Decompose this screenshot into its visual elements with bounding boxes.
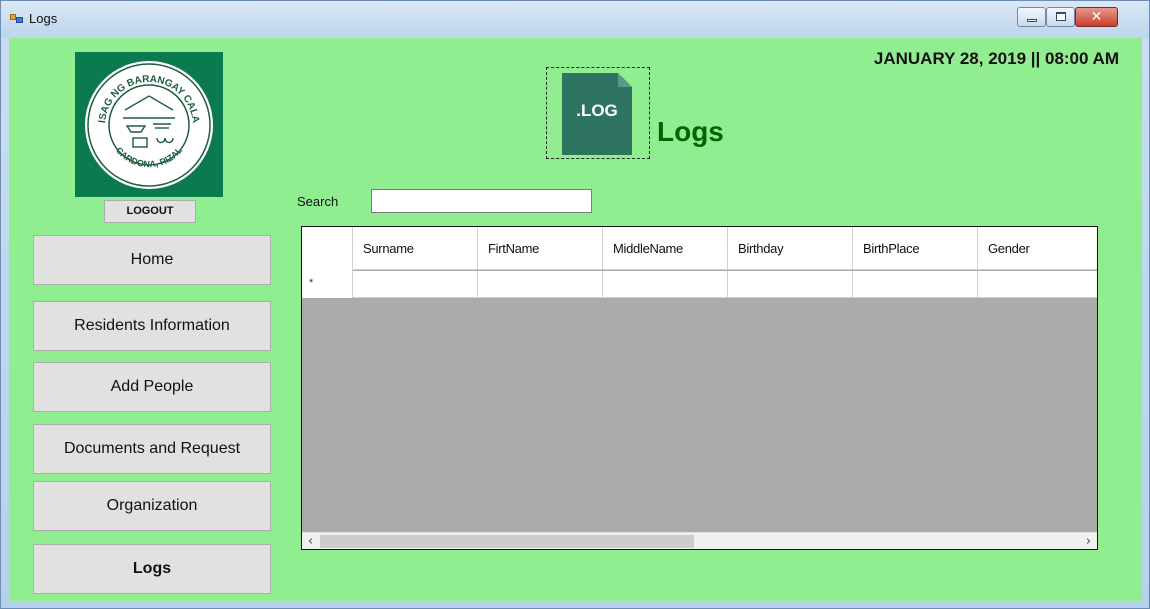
app-window: Logs ✕ SAGISAG NG BARANGAY CALAHAN CARDO… [0, 0, 1150, 609]
close-icon: ✕ [1090, 9, 1103, 25]
log-file-icon: .LOG [546, 67, 650, 159]
column-header-surname[interactable]: Surname [353, 227, 478, 270]
page-title: Logs [657, 116, 724, 147]
logs-data-grid[interactable]: Surname FirtName MiddleName Birthday Bir… [301, 226, 1098, 550]
date-time-display: JANUARY 28, 2019 || 08:00 AM [873, 49, 1119, 68]
sidebar-item-home[interactable]: Home [33, 235, 271, 285]
sidebar-item-logs[interactable]: Logs [33, 544, 271, 594]
table-cell[interactable] [978, 271, 1097, 298]
app-icon [10, 12, 24, 24]
log-icon-label: .LOG [576, 101, 618, 120]
column-header-middlename[interactable]: MiddleName [603, 227, 728, 270]
table-cell[interactable] [353, 271, 478, 298]
horizontal-scrollbar[interactable]: ‹ › [302, 532, 1097, 549]
scroll-left-icon[interactable]: ‹ [302, 533, 319, 550]
column-header-birthday[interactable]: Birthday [728, 227, 853, 270]
table-cell[interactable] [478, 271, 603, 298]
new-row-marker: * [309, 277, 314, 289]
grid-header-row: Surname FirtName MiddleName Birthday Bir… [302, 227, 1097, 270]
barangay-seal-logo: SAGISAG NG BARANGAY CALAHAN CARDONA, RIZ… [75, 52, 223, 197]
maximize-icon [1056, 12, 1066, 21]
sidebar-item-add-people[interactable]: Add People [33, 362, 271, 412]
window-title: Logs [29, 11, 58, 26]
table-cell[interactable] [603, 271, 728, 298]
minimize-icon [1027, 19, 1037, 22]
sidebar-item-residents-information[interactable]: Residents Information [33, 301, 271, 351]
column-header-birthplace[interactable]: BirthPlace [853, 227, 978, 270]
table-row[interactable] [302, 271, 1097, 298]
table-cell[interactable] [853, 271, 978, 298]
search-label: Search [297, 194, 339, 209]
title-bar: Logs ✕ [1, 1, 1149, 38]
column-header-firstname[interactable]: FirtName [478, 227, 603, 270]
search-input[interactable] [371, 189, 592, 213]
main-panel: SAGISAG NG BARANGAY CALAHAN CARDONA, RIZ… [9, 38, 1142, 601]
sidebar-item-documents-and-request[interactable]: Documents and Request [33, 424, 271, 474]
table-cell[interactable] [728, 271, 853, 298]
sidebar-item-organization[interactable]: Organization [33, 481, 271, 531]
close-button[interactable]: ✕ [1075, 7, 1118, 27]
scrollbar-thumb[interactable] [320, 535, 694, 548]
column-header-gender[interactable]: Gender [978, 227, 1097, 270]
scroll-right-icon[interactable]: › [1080, 533, 1097, 550]
maximize-button[interactable] [1046, 7, 1075, 27]
logout-button[interactable]: LOGOUT [104, 200, 196, 223]
minimize-button[interactable] [1017, 7, 1046, 27]
